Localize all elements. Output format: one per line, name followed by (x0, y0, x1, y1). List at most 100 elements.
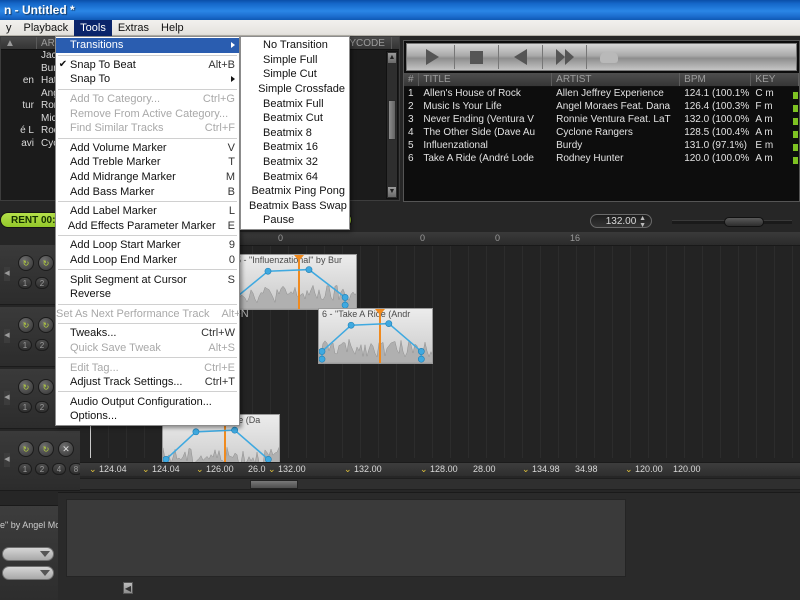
scroll-left-icon[interactable]: ◀ (123, 582, 133, 594)
playlist-row[interactable]: 1 Allen's House of Rock Allen Jeffrey Expe… (404, 87, 799, 100)
menu-item-beatmix-64[interactable]: Beatmix 64 (241, 169, 349, 184)
menu-item-add-loop-start-marker[interactable]: Add Loop Start Marker 9 (56, 238, 239, 253)
loop-length-button[interactable]: 1 (18, 339, 32, 351)
menu-item-add-loop-end-marker[interactable]: Add Loop End Marker 0 (56, 253, 239, 268)
deck-collapse-icon[interactable]: ◀ (4, 267, 10, 281)
playlist-col-artist[interactable]: ARTIST (552, 73, 681, 86)
timeline-horizontal-scrollbar[interactable] (80, 478, 800, 490)
bottom-left-dropdown-2[interactable] (2, 566, 54, 580)
deck-collapse-icon[interactable]: ◀ (4, 453, 10, 467)
next-button[interactable] (543, 45, 587, 69)
playlist-row[interactable]: 4 The Other Side (Dave Au Cyclone Rangers 1… (404, 126, 799, 139)
menu-item-add-midrange-marker[interactable]: Add Midrange Marker M (56, 170, 239, 185)
menu-item-transitions[interactable]: Transitions (56, 38, 239, 53)
bpm-marker[interactable]: 120.00 (673, 464, 701, 474)
transitions-submenu[interactable]: No Transition Simple Full Simple Cut Simple… (240, 36, 350, 230)
bpm-marker[interactable]: 28.00 (473, 464, 496, 474)
loop-length-button[interactable]: 2 (35, 339, 49, 351)
loop-length-button[interactable]: 2 (35, 277, 49, 289)
loop-knob-b[interactable]: ↻ (38, 441, 54, 457)
menu-item-no-transition[interactable]: No Transition (241, 38, 349, 53)
playlist-col-number[interactable]: # (404, 73, 420, 86)
bottom-left-dropdown-1[interactable] (2, 547, 54, 561)
menu-item-snap-to-beat[interactable]: ✔ Snap To Beat Alt+B (56, 58, 239, 73)
browser-col-sort[interactable]: ▲ (1, 37, 37, 49)
load-button[interactable] (587, 45, 631, 69)
menubar-item-playback[interactable]: Playback (18, 20, 75, 36)
loop-knob-a[interactable]: ↻ (18, 255, 34, 271)
menu-item-beatmix-32[interactable]: Beatmix 32 (241, 155, 349, 170)
hscrollbar-thumb[interactable] (250, 480, 298, 489)
loop-length-button[interactable]: 1 (18, 401, 32, 413)
menu-item-tweaks[interactable]: Tweaks... Ctrl+W (56, 326, 239, 341)
bpm-marker[interactable]: 26.0 (248, 464, 266, 474)
menu-item-simple-crossfade[interactable]: Simple Crossfade (241, 82, 349, 97)
loop-length-button[interactable]: 1 (18, 463, 32, 475)
playlist-col-title[interactable]: TITLE (419, 73, 553, 86)
scrollbar-thumb[interactable] (388, 100, 396, 140)
loop-knob-a[interactable]: ↻ (18, 441, 34, 457)
playlist-row[interactable]: 5 Influenzational Burdy 131.0 (97.1%) E m (404, 139, 799, 152)
menubar-item-y[interactable]: y (0, 20, 18, 36)
menu-item-beatmix-bass-swap[interactable]: Beatmix Bass Swap (241, 199, 349, 214)
menu-item-add-effects-parameter-marker[interactable]: Add Effects Parameter Marker E (56, 219, 239, 234)
timeline-clip[interactable]: 6 - "Take A Ride (Andr (318, 308, 433, 364)
bpm-marker[interactable]: ⌄ 120.00 (625, 464, 663, 475)
deck-strip-4[interactable]: ◀ ↻ ↻ ✕ 1 2 4 8 (0, 431, 83, 491)
bpm-marker[interactable]: ⌄ 124.04 (142, 464, 180, 475)
playlist-row[interactable]: 6 Take A Ride (André Lode Rodney Hunter 120… (404, 152, 799, 165)
loop-length-button[interactable]: 2 (35, 463, 49, 475)
playlist-row[interactable]: 3 Never Ending (Ventura V Ronnie Ventura F… (404, 113, 799, 126)
bpm-marker[interactable]: ⌄ 134.98 (522, 464, 560, 475)
play-button[interactable] (411, 45, 455, 69)
menu-item-simple-cut[interactable]: Simple Cut (241, 67, 349, 82)
menu-item-adjust-track-settings[interactable]: Adjust Track Settings... Ctrl+T (56, 375, 239, 390)
menu-item-beatmix-8[interactable]: Beatmix 8 (241, 126, 349, 141)
tools-menu[interactable]: Transitions ✔ Snap To Beat Alt+B Snap To Add … (55, 36, 249, 426)
menu-item-add-treble-marker[interactable]: Add Treble Marker T (56, 155, 239, 170)
deck-collapse-icon[interactable]: ◀ (4, 391, 10, 405)
menu-item-beatmix-cut[interactable]: Beatmix Cut (241, 111, 349, 126)
stop-button[interactable] (455, 45, 499, 69)
menubar-item-extras[interactable]: Extras (112, 20, 155, 36)
loop-knob-b[interactable]: ↻ (38, 379, 54, 395)
tempo-slider-knob[interactable] (724, 217, 764, 227)
bpm-marker[interactable]: ⌄ 126.00 (196, 464, 234, 475)
tempo-slider[interactable] (672, 217, 792, 227)
menu-item-add-label-marker[interactable]: Add Label Marker L (56, 204, 239, 219)
browser-vertical-scrollbar[interactable]: ▲ ▼ (386, 51, 398, 199)
bpm-marker[interactable]: ⌄ 132.00 (268, 464, 306, 475)
menu-item-beatmix-ping-pong[interactable]: Beatmix Ping Pong (241, 184, 349, 199)
menu-item-beatmix-16[interactable]: Beatmix 16 (241, 140, 349, 155)
playlist-row[interactable]: 2 Music Is Your Life Angel Moraes Feat. Da… (404, 100, 799, 113)
previous-button[interactable] (499, 45, 543, 69)
menu-item-split-segment-at-cursor[interactable]: Split Segment at Cursor S (56, 272, 239, 287)
loop-knob-b[interactable]: ↻ (38, 255, 54, 271)
close-icon[interactable]: ✕ (58, 441, 74, 457)
loop-length-button[interactable]: 4 (52, 463, 66, 475)
playlist-col-key[interactable]: KEY (751, 73, 799, 86)
menu-item-snap-to[interactable]: Snap To (56, 72, 239, 87)
loop-length-button[interactable]: 1 (18, 277, 32, 289)
menu-item-beatmix-full[interactable]: Beatmix Full (241, 96, 349, 111)
menubar-item-tools[interactable]: Tools (74, 19, 112, 36)
deck-collapse-icon[interactable]: ◀ (4, 329, 10, 343)
loop-knob-b[interactable]: ↻ (38, 317, 54, 333)
timeline-clip[interactable]: 5 - "Influenzational" by Bur (232, 254, 357, 310)
loop-knob-a[interactable]: ↻ (18, 379, 34, 395)
bpm-marker[interactable]: ⌄ 128.00 (420, 464, 458, 475)
playlist-col-bpm[interactable]: BPM (680, 73, 752, 86)
scroll-up-icon[interactable]: ▲ (388, 53, 396, 63)
menu-item-reverse[interactable]: Reverse (56, 287, 239, 302)
menubar-item-help[interactable]: Help (155, 20, 190, 36)
bpm-marker[interactable]: ⌄ 124.04 (89, 464, 127, 475)
menu-item-pause[interactable]: Pause (241, 213, 349, 228)
menu-item-audio-output-configuration[interactable]: Audio Output Configuration... (56, 394, 239, 409)
loop-length-button[interactable]: 2 (35, 401, 49, 413)
menu-item-add-bass-marker[interactable]: Add Bass Marker B (56, 184, 239, 199)
bpm-marker[interactable]: 34.98 (575, 464, 598, 474)
menu-item-simple-full[interactable]: Simple Full (241, 53, 349, 68)
menu-item-options[interactable]: Options... (56, 409, 239, 424)
menu-item-add-volume-marker[interactable]: Add Volume Marker V (56, 141, 239, 156)
bpm-marker[interactable]: ⌄ 132.00 (344, 464, 382, 475)
